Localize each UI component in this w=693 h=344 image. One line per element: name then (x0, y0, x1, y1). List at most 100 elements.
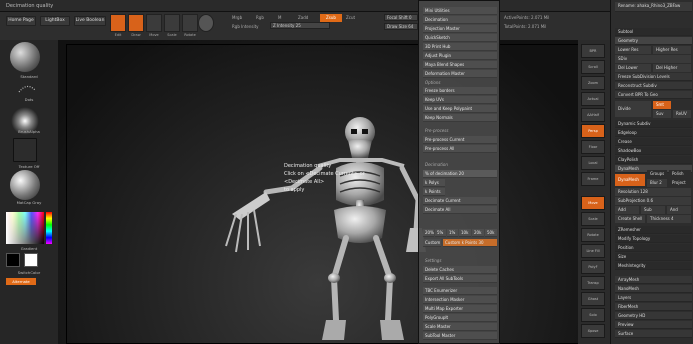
keep-polypaint-toggle[interactable]: Use and Keep Polypaint (423, 105, 497, 113)
resolution-slider[interactable]: Resolution 128 (615, 188, 691, 196)
menu-tbc-enumerizer[interactable]: TBC Enumerizer (423, 287, 497, 295)
decimate-all-button[interactable]: Decimate All (423, 206, 497, 214)
rotate-tool-button[interactable]: Rotate (182, 14, 198, 37)
scale-button[interactable]: Scale (581, 212, 605, 226)
export-subtools-button[interactable]: Export All SubTools (423, 275, 497, 283)
menu-deformation-master[interactable]: Deformation Master (423, 70, 497, 78)
menu-scale-master[interactable]: Scale Master (423, 323, 497, 331)
brush-thumbnail[interactable] (10, 42, 40, 72)
swirl-icon[interactable] (198, 14, 214, 32)
linefill-button[interactable]: Line Fill (581, 244, 605, 258)
focal-shift-slider[interactable]: Focal Shift 0 (384, 14, 418, 21)
move-tool-button[interactable]: Move (146, 14, 162, 37)
menu-quicksketch[interactable]: QuickSketch (423, 34, 497, 42)
aahalf-button[interactable]: AAHalf (581, 108, 605, 122)
crease-section[interactable]: Crease (615, 138, 692, 146)
floor-button[interactable]: Floor (581, 140, 605, 154)
live-boolean-button[interactable]: Live Boolean (74, 16, 106, 26)
bpr-button[interactable]: BPR (581, 44, 605, 58)
scroll-button[interactable]: Scroll (581, 60, 605, 74)
lower-res-button[interactable]: Lower Res (615, 46, 651, 54)
keep-normals-toggle[interactable]: Keep Normals (423, 114, 497, 122)
shadowbox-section[interactable]: ShadowBox (615, 147, 692, 155)
edit-tool-button[interactable]: Edit (110, 14, 126, 37)
transp-button[interactable]: Transp (581, 276, 605, 290)
zremesher-section[interactable]: ZRemesher (615, 226, 692, 234)
rgb-toggle[interactable]: Rgb (256, 15, 264, 20)
custom-button[interactable]: Custom (423, 239, 441, 247)
menu-3d-print-hub[interactable]: 3D Print Hub (423, 43, 497, 51)
sdiv-slider[interactable]: SDiv (615, 55, 691, 63)
project-toggle[interactable]: Project (669, 179, 691, 187)
menu-projection-master[interactable]: Projection Master (423, 25, 497, 33)
create-shell-button[interactable]: Create Shell (615, 215, 645, 223)
home-page-button[interactable]: Home Page (6, 16, 36, 26)
preprocess-current-button[interactable]: Pre-process Current (423, 136, 497, 144)
modify-topology-section[interactable]: Modify Topology (615, 235, 692, 243)
del-lower-button[interactable]: Del Lower (615, 64, 651, 72)
secondary-color-swatch[interactable] (6, 253, 20, 267)
stroke-thumbnail[interactable] (17, 82, 37, 96)
mrgb-toggle[interactable]: Mrgb (232, 15, 242, 20)
sub-button[interactable]: Sub (641, 206, 665, 214)
preset-5-percent[interactable]: 5% (435, 229, 446, 237)
menu-intersection-masker[interactable]: Intersection Masker (423, 296, 497, 304)
rotate-button[interactable]: Rotate (581, 228, 605, 242)
dynamesh-button[interactable]: DynaMesh (615, 174, 645, 186)
position-section[interactable]: Position (615, 244, 692, 252)
decimation-percent-slider[interactable]: % of decimation 20 (423, 170, 497, 178)
delete-caches-button[interactable]: Delete Caches (423, 266, 497, 274)
z-intensity-slider[interactable]: Z Intensity 25 (270, 22, 330, 29)
m-toggle[interactable]: M (278, 15, 281, 20)
fibermesh-section[interactable]: FiberMesh (615, 303, 692, 311)
and-button[interactable]: And (667, 206, 691, 214)
reuv-toggle[interactable]: ReUV (673, 110, 691, 118)
preset-20-percent[interactable]: 20% (423, 229, 434, 237)
convert-bpr-button[interactable]: Convert BPR To Geo (615, 91, 692, 99)
menu-adjust-plugin[interactable]: Adjust Plugin (423, 52, 497, 60)
switch-color-button[interactable]: SwitchColor (0, 270, 58, 275)
blur-slider[interactable]: Blur 2 (647, 179, 667, 187)
menu-polygroupit[interactable]: PolyGroupIt (423, 314, 497, 322)
zcut-toggle[interactable]: Zcut (346, 15, 355, 20)
material-thumbnail[interactable] (10, 170, 40, 200)
add-button[interactable]: Add (615, 206, 639, 214)
edgeloop-section[interactable]: Edgeloop (615, 129, 692, 137)
divide-button[interactable]: Divide (615, 101, 651, 117)
xpose-button[interactable]: Xpose (581, 324, 605, 338)
preset-1-percent[interactable]: 1% (447, 229, 458, 237)
ghost-button[interactable]: Ghost (581, 292, 605, 306)
zsub-toggle[interactable]: Zsub (320, 14, 342, 22)
zadd-toggle[interactable]: Zadd (298, 15, 308, 20)
claypolish-section[interactable]: ClayPolish (615, 156, 692, 164)
higher-res-button[interactable]: Higher Res (653, 46, 691, 54)
color-picker[interactable] (6, 212, 44, 244)
del-higher-button[interactable]: Del Higher (653, 64, 691, 72)
actual-button[interactable]: Actual (581, 92, 605, 106)
preset-50k[interactable]: 50k (485, 229, 497, 237)
dynamic-subdiv-section[interactable]: Dynamic Subdiv (615, 120, 692, 128)
nanomesh-section[interactable]: NanoMesh (615, 285, 692, 293)
texture-thumbnail[interactable] (13, 138, 37, 162)
subtool-section[interactable]: Subtool (615, 28, 692, 36)
freeze-subdiv-button[interactable]: Freeze SubDivision Levels (615, 73, 692, 81)
geometry-section[interactable]: Geometry (615, 37, 692, 45)
thickness-slider[interactable]: Thickness 4 (647, 215, 691, 223)
draw-tool-button[interactable]: Draw (128, 14, 144, 37)
preset-20k[interactable]: 20k (472, 229, 484, 237)
polyf-button[interactable]: PolyF (581, 260, 605, 274)
groups-toggle[interactable]: Groups (647, 170, 667, 178)
move-button[interactable]: Move (581, 196, 605, 210)
geometry-hd-section[interactable]: Geometry HD (615, 312, 692, 320)
rename-field[interactable]: Rename: ahaka_Rhino3_ZBFaw (615, 2, 692, 12)
freeze-borders-toggle[interactable]: Freeze borders (423, 87, 497, 95)
preprocess-all-button[interactable]: Pre-process All (423, 145, 497, 153)
reconstruct-subdiv-button[interactable]: Reconstruct Subdiv (615, 82, 692, 90)
size-section[interactable]: Size (615, 253, 692, 261)
keep-uvs-toggle[interactable]: Keep UVs (423, 96, 497, 104)
menu-mini-utilities[interactable]: Mini Utilities (423, 7, 497, 15)
preset-10k[interactable]: 10k (459, 229, 471, 237)
lightbox-button[interactable]: LightBox (40, 16, 70, 26)
main-color-swatch[interactable] (24, 253, 38, 267)
zoom-button[interactable]: Zoom (581, 76, 605, 90)
